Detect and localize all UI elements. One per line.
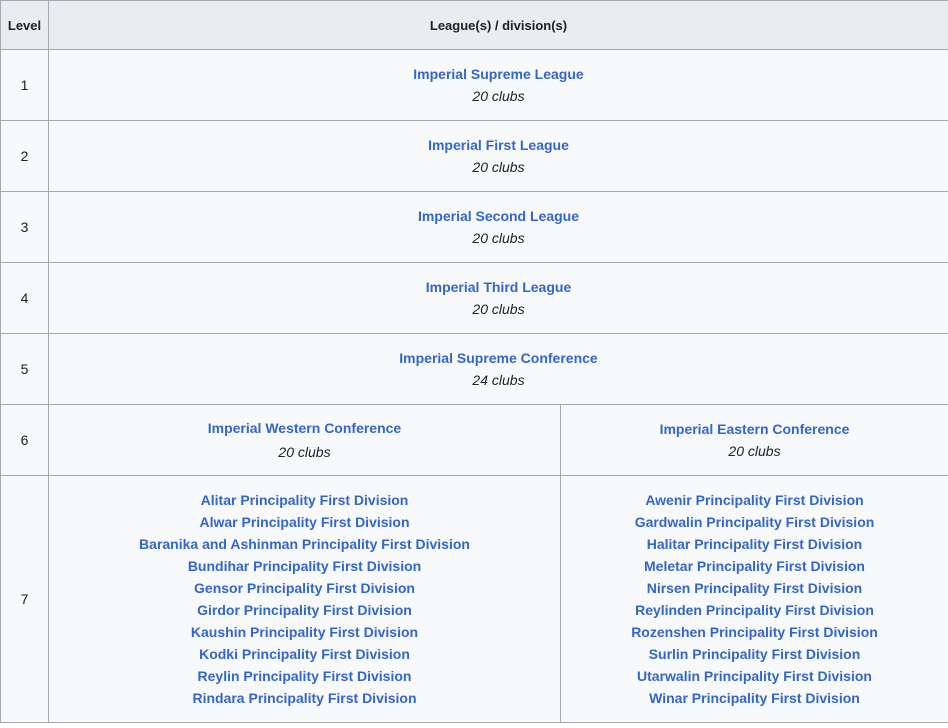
league-cell: Imperial Third League 20 clubs <box>48 262 948 334</box>
division-link[interactable]: Winar Principality First Division <box>649 687 860 709</box>
club-count: 20 clubs <box>472 301 525 317</box>
league-link[interactable]: Imperial Western Conference <box>49 417 560 439</box>
league-link[interactable]: Imperial Eastern Conference <box>561 418 948 440</box>
club-count: 20 clubs <box>472 230 525 246</box>
division-link[interactable]: Rindara Principality First Division <box>192 687 416 709</box>
eastern-conference-cell: Imperial Eastern Conference 20 clubs <box>560 404 948 476</box>
division-link[interactable]: Girdor Principality First Division <box>197 599 412 621</box>
division-link[interactable]: Surlin Principality First Division <box>649 643 861 665</box>
division-link[interactable]: Reylin Principality First Division <box>198 665 412 687</box>
league-cell: Imperial Supreme Conference 24 clubs <box>48 333 948 405</box>
club-count: 20 clubs <box>472 159 525 175</box>
level-cell: 2 <box>0 120 49 192</box>
header-row: Level League(s) / division(s) <box>0 0 948 50</box>
division-link[interactable]: Meletar Principality First Division <box>644 555 865 577</box>
level-cell: 1 <box>0 49 49 121</box>
division-link[interactable]: Nirsen Principality First Division <box>647 577 863 599</box>
club-count: 24 clubs <box>472 372 525 388</box>
table-row: 1 Imperial Supreme League 20 clubs <box>0 49 948 121</box>
table-row: 6 Imperial Western Conference 20 clubs I… <box>0 404 948 476</box>
level-cell: 4 <box>0 262 49 334</box>
division-link[interactable]: Gardwalin Principality First Division <box>635 511 875 533</box>
western-divisions-cell: Alitar Principality First Division Alwar… <box>48 475 561 723</box>
table-row: 2 Imperial First League 20 clubs <box>0 120 948 192</box>
division-link[interactable]: Kodki Principality First Division <box>199 643 410 665</box>
division-link[interactable]: Utarwalin Principality First Division <box>637 665 872 687</box>
table-row: 7 Alitar Principality First Division Alw… <box>0 475 948 723</box>
division-link[interactable]: Rozenshen Principality First Division <box>631 621 878 643</box>
level-column-header: Level <box>0 0 49 50</box>
division-link[interactable]: Kaushin Principality First Division <box>191 621 418 643</box>
division-link[interactable]: Awenir Principality First Division <box>645 489 863 511</box>
league-cell: Imperial Supreme League 20 clubs <box>48 49 948 121</box>
level-cell: 5 <box>0 333 49 405</box>
league-link[interactable]: Imperial Third League <box>49 276 948 298</box>
division-link[interactable]: Bundihar Principality First Division <box>188 555 421 577</box>
western-conference-cell: Imperial Western Conference 20 clubs <box>48 404 561 476</box>
division-link[interactable]: Baranika and Ashinman Principality First… <box>139 533 470 555</box>
league-link[interactable]: Imperial First League <box>49 134 948 156</box>
league-link[interactable]: Imperial Second League <box>49 205 948 227</box>
leagues-column-header: League(s) / division(s) <box>48 0 948 50</box>
division-link[interactable]: Gensor Principality First Division <box>194 577 415 599</box>
division-link[interactable]: Halitar Principality First Division <box>647 533 863 555</box>
division-link[interactable]: Alwar Principality First Division <box>199 511 409 533</box>
level-cell: 6 <box>0 404 49 476</box>
table-row: 4 Imperial Third League 20 clubs <box>0 262 948 334</box>
level-cell: 3 <box>0 191 49 263</box>
league-pyramid-table: Level League(s) / division(s) 1 Imperial… <box>0 0 948 723</box>
club-count: 20 clubs <box>728 443 781 459</box>
club-count: 20 clubs <box>472 88 525 104</box>
division-link[interactable]: Alitar Principality First Division <box>201 489 409 511</box>
league-link[interactable]: Imperial Supreme League <box>49 63 948 85</box>
league-cell: Imperial First League 20 clubs <box>48 120 948 192</box>
club-count: 20 clubs <box>278 444 331 460</box>
table-row: 3 Imperial Second League 20 clubs <box>0 191 948 263</box>
western-division-list: Alitar Principality First Division Alwar… <box>49 489 560 709</box>
eastern-divisions-cell: Awenir Principality First Division Gardw… <box>560 475 948 723</box>
table-row: 5 Imperial Supreme Conference 24 clubs <box>0 333 948 405</box>
division-link[interactable]: Reylinden Principality First Division <box>635 599 874 621</box>
eastern-division-list: Awenir Principality First Division Gardw… <box>561 489 948 709</box>
league-cell: Imperial Second League 20 clubs <box>48 191 948 263</box>
level-cell: 7 <box>0 475 49 723</box>
league-link[interactable]: Imperial Supreme Conference <box>49 347 948 369</box>
